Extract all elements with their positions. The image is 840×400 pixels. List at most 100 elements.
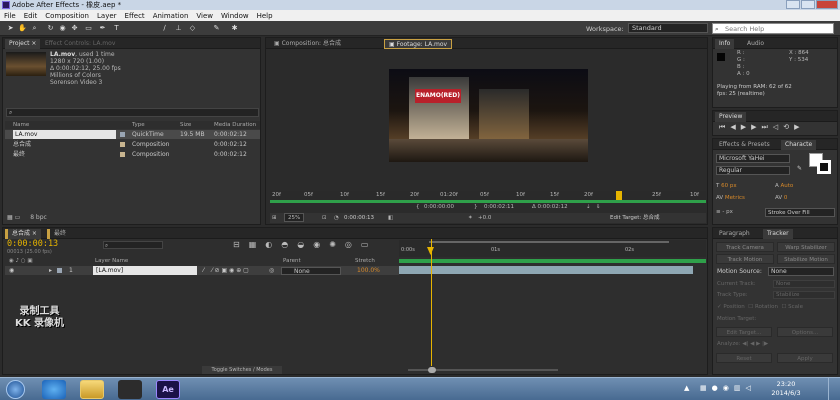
- edit-target-button[interactable]: Edit Target...: [716, 327, 772, 337]
- scale-checkbox-icon[interactable]: ☐: [781, 304, 786, 310]
- camera-tool-icon[interactable]: ◉: [58, 24, 67, 33]
- frame-blending-icon[interactable]: ◒: [297, 240, 313, 249]
- label-color-swatch[interactable]: [57, 268, 62, 273]
- maximize-button[interactable]: [801, 0, 815, 9]
- tray-arrow-icon[interactable]: ▲: [684, 384, 689, 392]
- exposure-value[interactable]: +0.0: [478, 213, 491, 223]
- set-in-icon[interactable]: {: [416, 203, 420, 212]
- col-layer-name[interactable]: Layer Name: [95, 257, 128, 265]
- analyze-forward-icon[interactable]: ▶: [756, 341, 760, 347]
- warp-stabilizer-button[interactable]: Warp Stabilizer: [777, 242, 835, 252]
- timeline-current-time[interactable]: 0:00:00:13: [7, 239, 58, 249]
- record-icon[interactable]: ◉: [723, 384, 734, 392]
- folder-icon[interactable]: ▭: [15, 214, 21, 221]
- eraser-tool-icon[interactable]: ◇: [188, 24, 197, 33]
- graph-editor-icon[interactable]: ▭: [361, 240, 378, 249]
- menu-edit[interactable]: Edit: [24, 12, 38, 20]
- close-button[interactable]: [816, 0, 838, 9]
- exposure-icon[interactable]: ✶: [468, 213, 473, 223]
- roto-brush-tool-icon[interactable]: ✎: [212, 24, 221, 33]
- apply-button[interactable]: Apply: [777, 353, 833, 363]
- search-help-input[interactable]: ⌕ Search Help: [712, 23, 834, 34]
- playhead-marker[interactable]: [616, 191, 622, 200]
- tab-comp-main[interactable]: 总合成 ×: [5, 229, 41, 239]
- brainstorm-icon[interactable]: ✺: [329, 240, 345, 249]
- clone-tool-icon[interactable]: ⊥: [174, 24, 183, 33]
- zoom-select[interactable]: 25%: [284, 213, 305, 222]
- project-row[interactable]: 最终 Composition 0:00:02:12: [5, 150, 260, 159]
- auto-keyframe-icon[interactable]: ◎: [345, 240, 361, 249]
- hand-tool-icon[interactable]: ✋: [18, 24, 27, 33]
- tab-info[interactable]: Info: [715, 39, 735, 49]
- comp-mini-flowchart-icon[interactable]: ⊟: [233, 240, 249, 249]
- work-area-bar[interactable]: [429, 241, 669, 243]
- analyze-back-one-icon[interactable]: ◀|: [742, 341, 748, 347]
- draft-3d-icon[interactable]: ◐: [265, 240, 281, 249]
- hide-shy-icon[interactable]: ◓: [281, 240, 297, 249]
- zoom-tool-icon[interactable]: ⌕: [30, 24, 39, 33]
- tab-footage[interactable]: ▣ Footage: LA.mov: [384, 39, 453, 49]
- col-name[interactable]: Name: [13, 121, 29, 129]
- current-track-select[interactable]: None: [773, 280, 835, 288]
- after-effects-taskbar-icon[interactable]: Ae: [156, 380, 180, 399]
- rotate-tool-icon[interactable]: ↻: [46, 24, 55, 33]
- rectangle-tool-icon[interactable]: ▭: [84, 24, 93, 33]
- project-search-input[interactable]: ⌕: [6, 108, 259, 117]
- tab-paragraph[interactable]: Paragraph: [715, 229, 754, 239]
- layer-duration-bar[interactable]: [399, 266, 693, 274]
- ram-preview-icon[interactable]: ▶: [794, 123, 804, 131]
- footage-preview[interactable]: ENAMO(RED): [389, 69, 588, 162]
- tracking-field[interactable]: AV 0: [775, 195, 787, 201]
- kerning-field[interactable]: AV Metrics: [716, 195, 745, 201]
- label-color-swatch[interactable]: [120, 152, 125, 157]
- audio-icon[interactable]: ◁: [773, 123, 783, 131]
- tab-project[interactable]: Project ×: [5, 39, 41, 49]
- camera-snapshot-icon[interactable]: ◔: [334, 213, 339, 223]
- tab-preview[interactable]: Preview: [715, 112, 747, 122]
- label-color-swatch[interactable]: [120, 132, 125, 137]
- motion-source-select[interactable]: None: [768, 267, 834, 276]
- menu-window[interactable]: Window: [221, 12, 249, 20]
- volume-icon[interactable]: ◁: [745, 384, 755, 392]
- menu-file[interactable]: File: [4, 12, 16, 20]
- parent-pickwhip-icon[interactable]: ◎: [269, 266, 274, 275]
- project-row[interactable]: LA.mov QuickTime 19.5 MB 0:00:02:12: [5, 130, 260, 139]
- text-tool-icon[interactable]: T: [112, 24, 121, 33]
- selection-tool-icon[interactable]: ➤: [6, 24, 15, 33]
- layer-row[interactable]: ◉ ▸ 1 [LA.mov] ⁄ ⁄ ⊘ ▣ ◉ ⊕ ▢ ◎ None 100.…: [5, 266, 399, 275]
- in-point-value[interactable]: 0:00:00:00: [424, 203, 454, 212]
- layer-name[interactable]: [LA.mov]: [93, 266, 197, 275]
- pen-tool-icon[interactable]: ✒: [98, 24, 107, 33]
- timeline-ruler-area[interactable]: 0:00s 01s 02s: [399, 240, 706, 257]
- menu-effect[interactable]: Effect: [125, 12, 145, 20]
- stroke-type-select[interactable]: Stroke Over Fill: [765, 208, 835, 217]
- options-button[interactable]: Options...: [777, 327, 833, 337]
- network-icon[interactable]: ▥: [734, 384, 746, 392]
- antivirus-icon[interactable]: ●: [712, 384, 723, 392]
- last-frame-icon[interactable]: ⏭: [761, 123, 772, 131]
- tab-tracker[interactable]: Tracker: [763, 229, 793, 239]
- file-explorer-icon[interactable]: [80, 380, 104, 399]
- next-frame-icon[interactable]: ▶: [751, 123, 761, 131]
- current-time-value[interactable]: 0:00:00:13: [344, 213, 374, 223]
- loop-icon[interactable]: ⟲: [783, 123, 794, 131]
- analyze-backward-icon[interactable]: ◀: [750, 341, 754, 347]
- brush-tool-icon[interactable]: ∕: [160, 24, 169, 33]
- menu-help[interactable]: Help: [257, 12, 273, 20]
- reset-button[interactable]: Reset: [716, 353, 772, 363]
- ripple-insert-icon[interactable]: ⇣: [586, 203, 591, 212]
- tab-character[interactable]: Characte: [781, 140, 817, 150]
- track-type-select[interactable]: Stabilize: [773, 291, 835, 299]
- rotation-checkbox-icon[interactable]: ☐: [748, 304, 753, 310]
- col-parent[interactable]: Parent: [283, 257, 301, 265]
- tab-audio[interactable]: Audio: [743, 39, 768, 49]
- stroke-width-field[interactable]: ≡ - px: [716, 209, 733, 215]
- analyze-forward-one-icon[interactable]: |▶: [762, 341, 768, 347]
- play-icon[interactable]: ▶: [741, 123, 751, 131]
- expand-arrow-icon[interactable]: ▸: [49, 266, 52, 275]
- ime-icon[interactable]: ▦: [700, 384, 712, 392]
- col-media-duration[interactable]: Media Duration: [214, 121, 256, 129]
- show-channel-icon[interactable]: ◧: [388, 213, 393, 223]
- position-checkbox-icon[interactable]: ✓: [717, 304, 722, 310]
- label-color-swatch[interactable]: [120, 142, 125, 147]
